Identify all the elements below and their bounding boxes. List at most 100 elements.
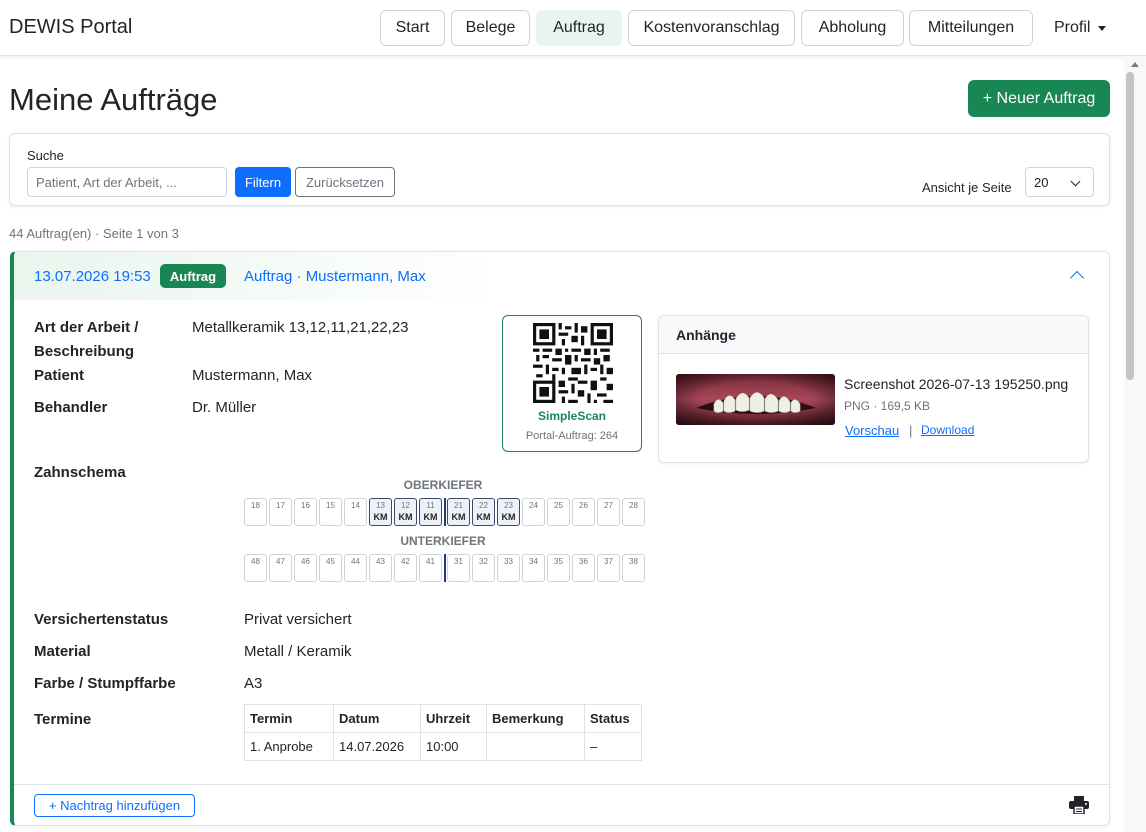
tooth-25[interactable]: 25 xyxy=(547,498,570,526)
table-cell: – xyxy=(584,732,642,761)
tooth-47[interactable]: 47 xyxy=(269,554,292,582)
tooth-18[interactable]: 18 xyxy=(244,498,267,526)
nav-start[interactable]: Start xyxy=(380,10,445,46)
table-header-row: Termin Datum Uhrzeit Bemerkung Status xyxy=(244,704,642,733)
tooth-number: 36 xyxy=(579,557,588,566)
search-input[interactable]: Patient, Art der Arbeit, ... xyxy=(27,167,227,197)
tooth-number: 14 xyxy=(351,501,360,510)
tooth-28[interactable]: 28 xyxy=(622,498,645,526)
tooth-16[interactable]: 16 xyxy=(294,498,317,526)
tooth-15[interactable]: 15 xyxy=(319,498,342,526)
tooth-number: 33 xyxy=(504,557,513,566)
attachment-file-meta: PNG · 169,5 KB xyxy=(844,399,931,413)
table-row: 1. Anprobe 14.07.2026 10:00 – xyxy=(244,732,642,761)
qr-code-icon xyxy=(533,323,613,403)
column-header-bemerkung: Bemerkung xyxy=(486,704,585,733)
attachment-preview-link[interactable]: Vorschau xyxy=(845,423,899,438)
scroll-up-arrow-icon[interactable] xyxy=(1131,62,1139,67)
tooth-23[interactable]: 23 KM xyxy=(497,498,520,526)
scrollbar-thumb[interactable] xyxy=(1126,72,1134,380)
tooth-number: 13 xyxy=(376,501,385,510)
printer-icon[interactable] xyxy=(1069,796,1089,814)
nav-kostenvoranschlag[interactable]: Kostenvoranschlag xyxy=(628,10,795,46)
brand-title[interactable]: DEWIS Portal xyxy=(9,16,132,39)
tooth-number: 44 xyxy=(351,557,360,566)
upper-jaw-label: OBERKIEFER xyxy=(403,478,483,492)
column-header-status: Status xyxy=(584,704,642,733)
tooth-number: 37 xyxy=(604,557,613,566)
qr-code-box[interactable]: SimpleScan Portal-Auftrag: 264 xyxy=(502,315,642,452)
patient-label: Patient xyxy=(34,367,85,384)
tooth-work-code: KM xyxy=(373,512,388,522)
farbe-value: A3 xyxy=(244,675,263,692)
tooth-24[interactable]: 24 xyxy=(522,498,545,526)
add-supplement-button[interactable]: + Nachtrag hinzufügen xyxy=(34,794,195,817)
tooth-number: 35 xyxy=(554,557,563,566)
per-page-label: Ansicht je Seite xyxy=(922,180,1012,195)
tooth-work-code: KM xyxy=(423,512,438,522)
chevron-up-icon[interactable] xyxy=(1069,270,1085,286)
order-card-header[interactable]: 13.07.2026 19:53 Auftrag Auftrag · Muste… xyxy=(14,252,1109,300)
reset-button[interactable]: Zurücksetzen xyxy=(295,167,395,197)
table-cell: 10:00 xyxy=(420,732,487,761)
tooth-work-code: KM xyxy=(398,512,413,522)
tooth-12[interactable]: 12 KM xyxy=(394,498,417,526)
attachment-download-link[interactable]: Download xyxy=(921,423,974,437)
tooth-13[interactable]: 13 KM xyxy=(369,498,392,526)
profile-dropdown[interactable]: Profil xyxy=(1046,10,1116,46)
tooth-31[interactable]: 31 xyxy=(447,554,470,582)
nav-mitteilungen[interactable]: Mitteilungen xyxy=(909,10,1033,46)
jaw-midline xyxy=(444,554,446,582)
tooth-number: 28 xyxy=(629,501,638,510)
appointments-table: Termin Datum Uhrzeit Bemerkung Status 1.… xyxy=(244,704,642,761)
tooth-14[interactable]: 14 xyxy=(344,498,367,526)
behandler-value: Dr. Müller xyxy=(192,399,257,416)
tooth-33[interactable]: 33 xyxy=(497,554,520,582)
tooth-32[interactable]: 32 xyxy=(472,554,495,582)
filter-button[interactable]: Filtern xyxy=(235,167,291,197)
versicherung-label: Versichertenstatus xyxy=(34,611,169,628)
tooth-number: 16 xyxy=(301,501,310,510)
column-header-termin: Termin xyxy=(244,704,334,733)
tooth-42[interactable]: 42 xyxy=(394,554,417,582)
farbe-label: Farbe / Stumpffarbe xyxy=(34,675,176,692)
tooth-11[interactable]: 11 KM xyxy=(419,498,442,526)
attachments-title: Anhänge xyxy=(676,327,736,343)
qr-subtitle: Portal-Auftrag: 264 xyxy=(525,430,619,442)
patient-value: Mustermann, Max xyxy=(192,367,313,384)
versicherung-value: Privat versichert xyxy=(244,611,352,628)
tooth-44[interactable]: 44 xyxy=(344,554,367,582)
tooth-43[interactable]: 43 xyxy=(369,554,392,582)
tooth-number: 46 xyxy=(301,557,310,566)
tooth-41[interactable]: 41 xyxy=(419,554,442,582)
qr-app-name: SimpleScan xyxy=(537,409,607,423)
nav-belege[interactable]: Belege xyxy=(451,10,530,46)
tooth-number: 27 xyxy=(604,501,613,510)
tooth-37[interactable]: 37 xyxy=(597,554,620,582)
tooth-45[interactable]: 45 xyxy=(319,554,342,582)
tooth-26[interactable]: 26 xyxy=(572,498,595,526)
tooth-number: 11 xyxy=(426,501,435,510)
tooth-21[interactable]: 21 KM xyxy=(447,498,470,526)
nav-abholung[interactable]: Abholung xyxy=(801,10,904,46)
order-datetime[interactable]: 13.07.2026 19:53 xyxy=(34,268,151,285)
tooth-number: 31 xyxy=(454,557,463,566)
per-page-select[interactable]: 20 xyxy=(1025,167,1094,197)
tooth-number: 41 xyxy=(426,557,435,566)
tooth-number: 22 xyxy=(479,501,488,510)
tooth-46[interactable]: 46 xyxy=(294,554,317,582)
tooth-17[interactable]: 17 xyxy=(269,498,292,526)
nav-auftrag[interactable]: Auftrag xyxy=(536,10,622,46)
tooth-34[interactable]: 34 xyxy=(522,554,545,582)
tooth-48[interactable]: 48 xyxy=(244,554,267,582)
order-title-link[interactable]: Auftrag · Mustermann, Max xyxy=(244,268,426,285)
page-title: Meine Aufträge xyxy=(9,82,218,117)
new-order-button[interactable]: + Neuer Auftrag xyxy=(968,80,1110,117)
attachment-thumbnail[interactable] xyxy=(676,374,835,425)
table-cell: 14.07.2026 xyxy=(333,732,421,761)
tooth-36[interactable]: 36 xyxy=(572,554,595,582)
tooth-38[interactable]: 38 xyxy=(622,554,645,582)
tooth-35[interactable]: 35 xyxy=(547,554,570,582)
tooth-22[interactable]: 22 KM xyxy=(472,498,495,526)
tooth-27[interactable]: 27 xyxy=(597,498,620,526)
